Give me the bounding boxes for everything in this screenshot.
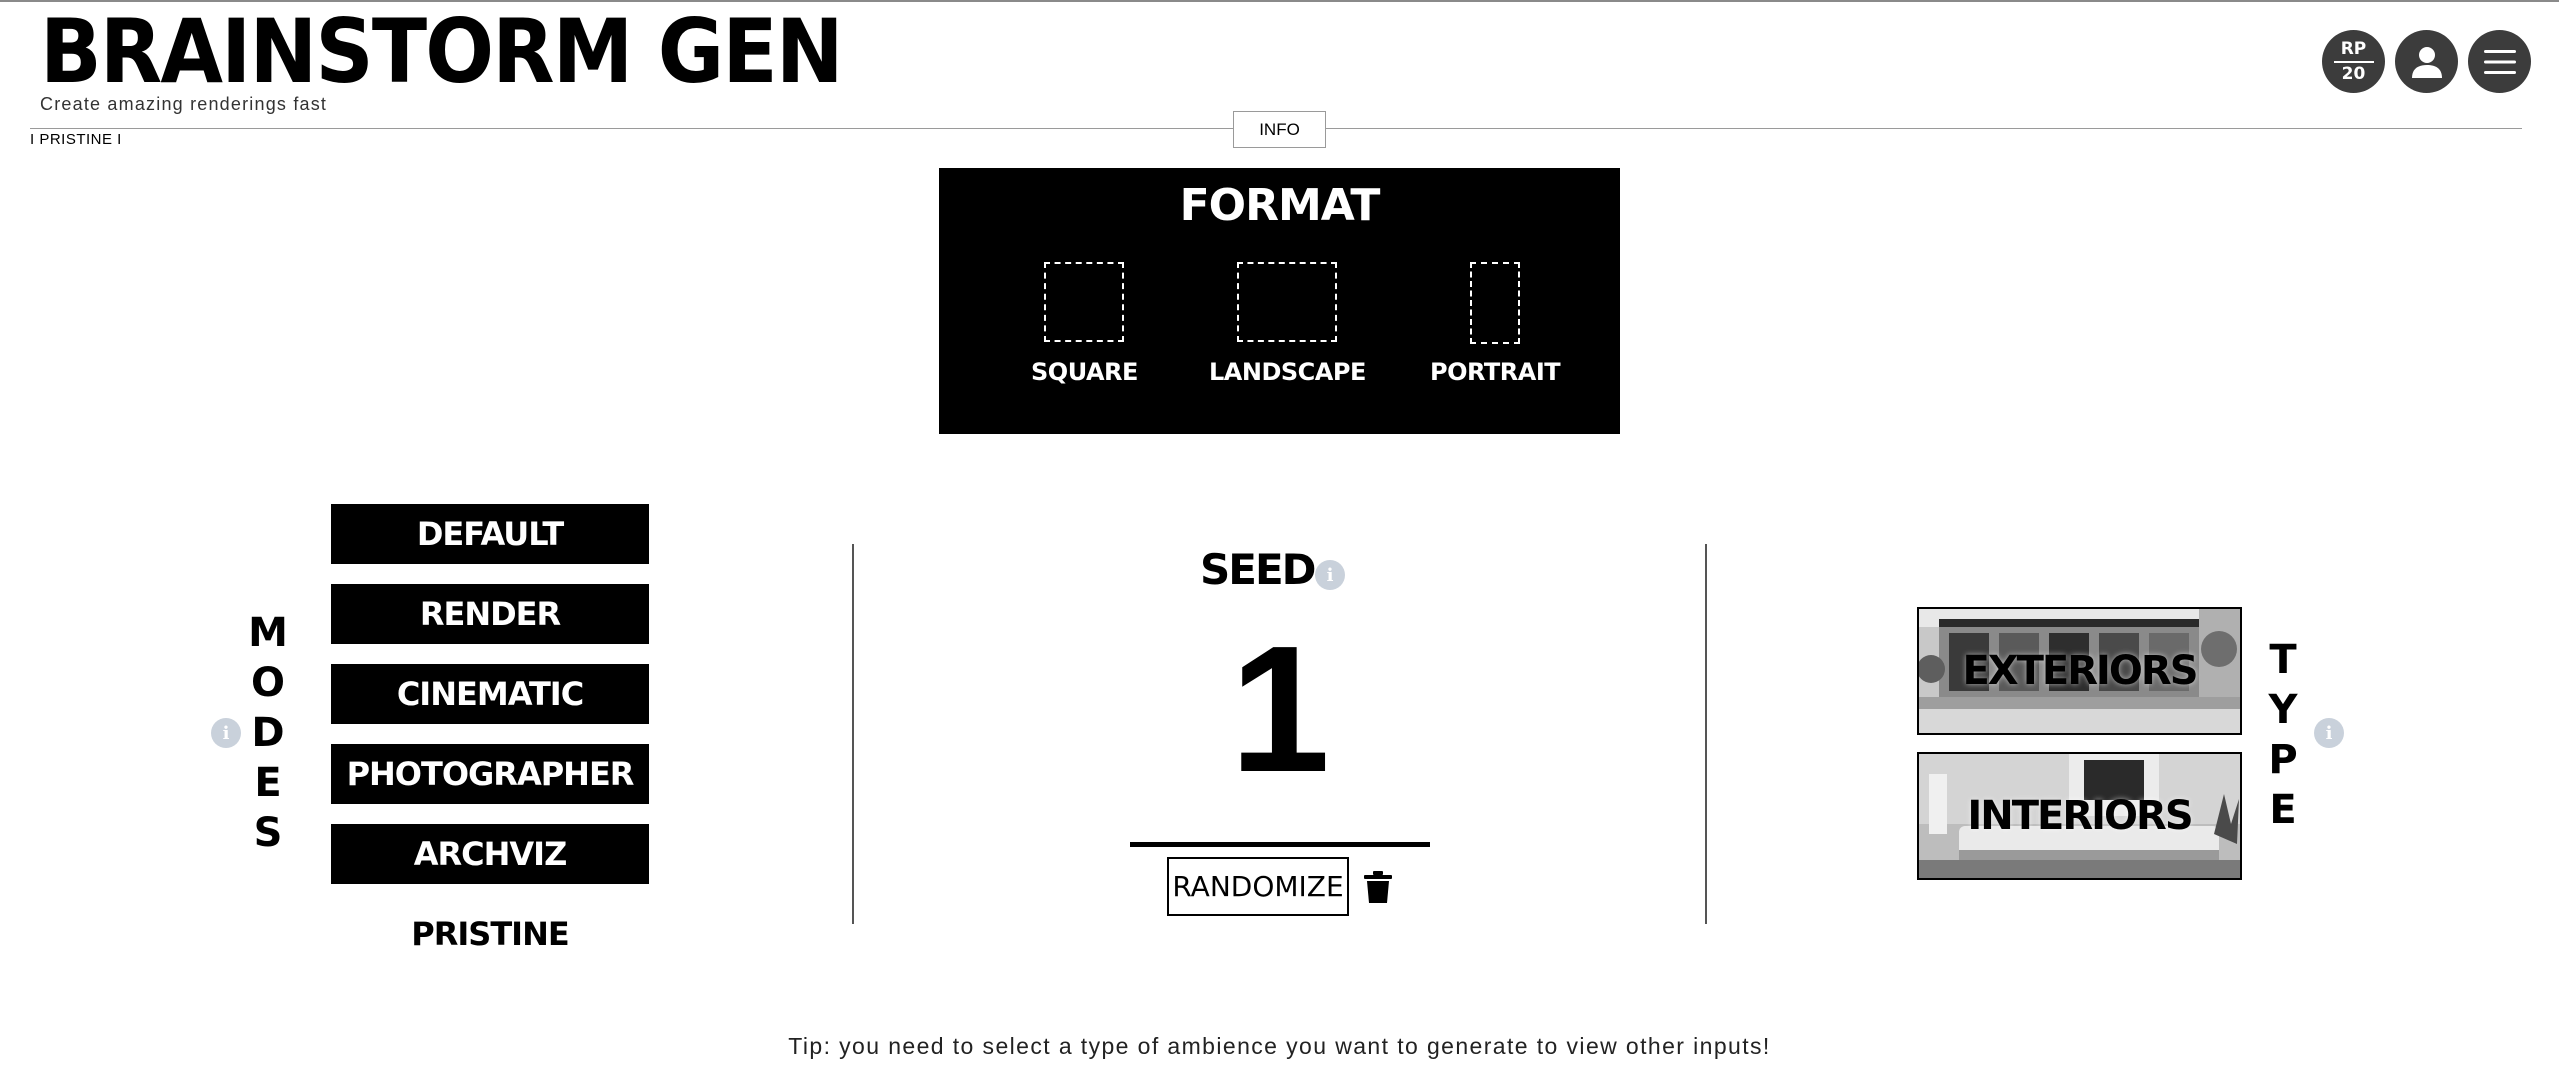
trash-icon[interactable] <box>1364 871 1392 903</box>
format-panel: FORMAT SQUARE LANDSCAPE PORTRAIT <box>939 168 1620 434</box>
portrait-frame-icon <box>1470 262 1521 344</box>
format-portrait-option[interactable]: PORTRAIT <box>1430 262 1561 386</box>
modes-heading-letter: S <box>253 810 283 856</box>
mode-default-button[interactable]: DEFAULT <box>331 504 649 564</box>
modes-heading-letter: M <box>248 610 288 656</box>
account-icon[interactable] <box>2395 30 2458 93</box>
seed-info-icon[interactable]: i <box>1315 560 1345 590</box>
info-button[interactable]: INFO <box>1233 111 1326 148</box>
header-actions: RP 20 <box>2322 30 2531 93</box>
app-subtitle: Create amazing renderings fast <box>40 94 328 114</box>
format-square-option[interactable]: SQUARE <box>1031 262 1138 386</box>
hamburger-menu-icon[interactable] <box>2468 30 2531 93</box>
app-title: BRAINSTORM GEN <box>40 0 844 103</box>
modes-heading-letter: O <box>250 660 285 706</box>
format-landscape-option[interactable]: LANDSCAPE <box>1209 262 1366 386</box>
square-frame-icon <box>1044 262 1125 342</box>
format-title: FORMAT <box>1179 180 1381 231</box>
tip-text: Tip: you need to select a type of ambien… <box>788 1033 1771 1059</box>
randomize-button[interactable]: RANDOMIZE <box>1167 857 1349 916</box>
breadcrumb: I PRISTINE I <box>30 131 122 148</box>
mode-render-button[interactable]: RENDER <box>331 584 649 644</box>
seed-title: SEED <box>1200 545 1317 594</box>
type-interiors-card[interactable]: INTERIORS <box>1917 752 2242 880</box>
mode-photographer-button[interactable]: PHOTOGRAPHER <box>331 744 649 804</box>
seed-value[interactable]: 1 <box>1080 620 1480 800</box>
left-divider <box>852 544 854 924</box>
rp-badge-label: RP <box>2340 38 2367 59</box>
type-exteriors-card[interactable]: EXTERIORS <box>1917 607 2242 735</box>
modes-heading-letter: E <box>254 760 282 806</box>
mode-cinematic-button[interactable]: CINEMATIC <box>331 664 649 724</box>
rp-badge-separator <box>2333 60 2374 63</box>
modes-heading-letter: D <box>251 710 285 756</box>
type-heading-letter: Y <box>2268 687 2298 733</box>
format-portrait-label: PORTRAIT <box>1430 358 1561 386</box>
type-heading-letter: E <box>2269 787 2297 833</box>
rp-credits-badge[interactable]: RP 20 <box>2322 30 2385 93</box>
type-heading-letter: T <box>2269 637 2297 683</box>
right-divider <box>1705 544 1707 924</box>
format-square-label: SQUARE <box>1031 358 1138 386</box>
type-exteriors-label: EXTERIORS <box>1962 648 2198 694</box>
seed-underline <box>1130 842 1430 847</box>
modes-info-icon[interactable]: i <box>211 718 241 748</box>
mode-pristine-button[interactable]: PRISTINE <box>331 904 649 964</box>
app-page: BRAINSTORM GEN Create amazing renderings… <box>0 0 2559 1072</box>
type-heading: T Y P E <box>2263 635 2303 835</box>
landscape-frame-icon <box>1237 262 1338 342</box>
type-interiors-label: INTERIORS <box>1967 793 2193 839</box>
type-heading-letter: P <box>2268 737 2298 783</box>
mode-archviz-button[interactable]: ARCHVIZ <box>331 824 649 884</box>
type-info-icon[interactable]: i <box>2314 718 2344 748</box>
format-landscape-label: LANDSCAPE <box>1209 358 1366 386</box>
rp-badge-count: 20 <box>2341 63 2366 84</box>
modes-heading: M O D E S <box>248 608 288 858</box>
